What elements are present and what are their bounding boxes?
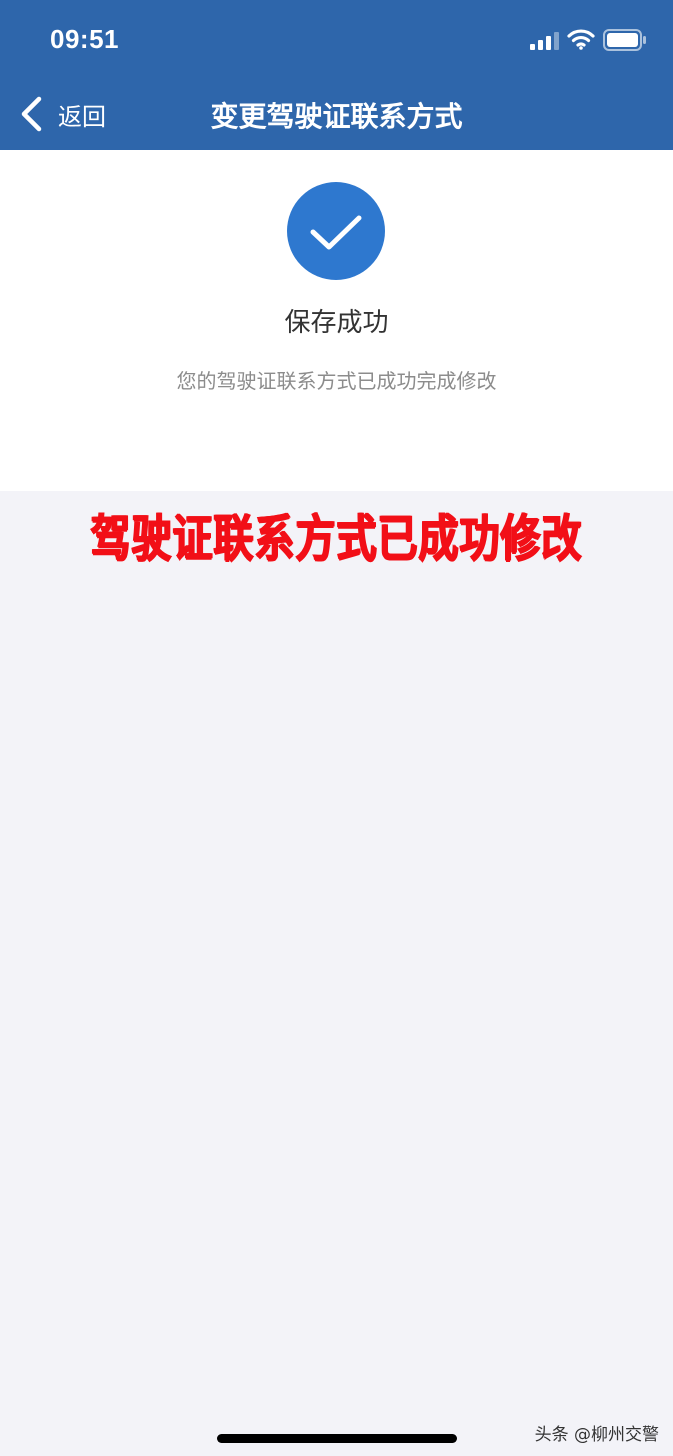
page-title: 变更驾驶证联系方式 — [210, 100, 463, 133]
status-bar: 09:51 — [0, 0, 673, 80]
result-message: 您的驾驶证联系方式已成功完成修改 — [176, 369, 497, 393]
watermark: 头条 @柳州交警 — [534, 1425, 659, 1445]
cellular-signal-icon — [530, 32, 559, 50]
result-card: 保存成功 您的驾驶证联系方式已成功完成修改 — [0, 150, 673, 491]
app-header: 09:51 返回 变更驾驶证联系方式 — [0, 0, 673, 150]
wifi-icon — [567, 29, 595, 50]
annotation-overlay-text: 驾驶证联系方式已成功修改 — [90, 510, 583, 569]
checkmark-circle-icon — [287, 182, 385, 280]
status-time: 09:51 — [50, 24, 119, 54]
result-title: 保存成功 — [284, 308, 389, 338]
nav-bar: 返回 变更驾驶证联系方式 — [0, 80, 673, 150]
home-indicator[interactable] — [217, 1434, 457, 1443]
battery-icon — [603, 29, 646, 51]
